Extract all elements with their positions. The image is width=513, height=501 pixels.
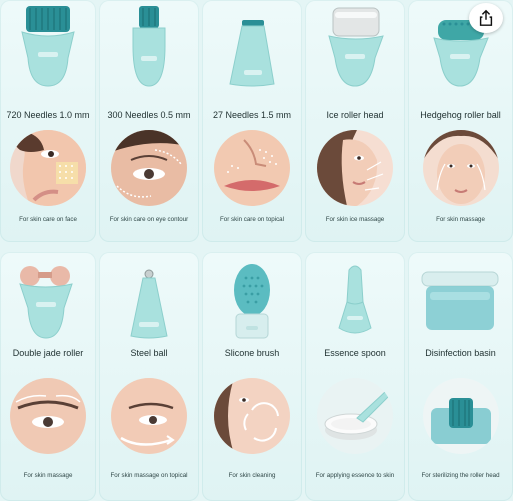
usage-caption: For skin cleaning xyxy=(228,472,276,479)
derma-roller-300-icon xyxy=(132,6,166,87)
usage-caption: For skin massage on topical xyxy=(110,472,188,479)
steel-ball-icon xyxy=(130,269,168,339)
usage-photo-basin xyxy=(422,378,499,454)
derma-roller-720-icon xyxy=(21,6,75,87)
usage-photo-lips xyxy=(214,130,290,206)
usage-caption: For sterilizing the roller head xyxy=(421,472,500,479)
usage-caption: For skin care on topical xyxy=(220,216,284,223)
usage-photo-eye-massage xyxy=(10,378,86,454)
usage-caption: For applying essence to skin xyxy=(315,472,395,479)
share-icon xyxy=(479,9,493,26)
card-essence-spoon: Essence spoon For applying essence to sk… xyxy=(305,252,405,501)
product-name: 300 Needles 0.5 mm xyxy=(107,110,191,120)
usage-photo-face xyxy=(10,130,86,206)
usage-photo-massage xyxy=(422,130,499,206)
product-name: Steel ball xyxy=(130,348,168,358)
ice-roller-icon xyxy=(328,7,384,87)
share-button[interactable] xyxy=(469,3,503,33)
card-disinfection-basin: Disinfection basin For sterilizing the r… xyxy=(408,252,513,501)
usage-caption: For skin massage xyxy=(23,472,73,479)
product-name: Slicone brush xyxy=(224,348,280,358)
card-300-needles: 300 Needles 0.5 mm For skin care on eye … xyxy=(99,0,199,242)
usage-caption: For skin massage xyxy=(436,216,485,223)
usage-caption: For skin care on eye contour xyxy=(109,216,189,223)
usage-photo-eye xyxy=(111,130,187,206)
usage-caption: For skin ice massage xyxy=(325,216,385,223)
card-steel-ball: Steel ball For skin massage on topical xyxy=(99,252,199,501)
card-hedgehog-roller: Hedgehog roller ball For skin massage xyxy=(408,0,513,242)
product-name: Hedgehog roller ball xyxy=(420,110,501,120)
silicone-brush-icon xyxy=(234,264,270,339)
product-name: Double jade roller xyxy=(12,348,84,358)
product-name: 27 Needles 1.5 mm xyxy=(212,110,292,120)
usage-photo-eye-steel xyxy=(111,378,187,454)
usage-photo-ice xyxy=(317,130,393,206)
usage-photo-cleaning xyxy=(214,378,290,454)
usage-caption: For skin care on face xyxy=(19,216,77,223)
card-silicone-brush: Slicone brush For skin cleaning xyxy=(202,252,302,501)
card-jade-roller: Double jade roller For skin massage xyxy=(0,252,96,501)
product-name: 720 Needles 1.0 mm xyxy=(6,110,90,120)
derma-stamp-27-icon xyxy=(229,20,275,87)
card-27-needles: 27 Needles 1.5 mm For skin care on topic… xyxy=(202,0,302,242)
usage-photo-cream xyxy=(317,378,393,454)
product-sheet: 720 Needles 1.0 mm For skin care on face… xyxy=(0,0,513,501)
disinfection-basin-icon xyxy=(421,271,499,330)
product-name: Disinfection basin xyxy=(425,348,496,358)
essence-spoon-icon xyxy=(338,265,372,334)
product-name: Ice roller head xyxy=(326,110,384,120)
jade-roller-icon xyxy=(19,266,73,339)
card-ice-roller: Ice roller head For skin ice massage xyxy=(305,0,405,242)
product-name: Essence spoon xyxy=(324,348,386,358)
card-720-needles: 720 Needles 1.0 mm For skin care on face xyxy=(0,0,96,242)
